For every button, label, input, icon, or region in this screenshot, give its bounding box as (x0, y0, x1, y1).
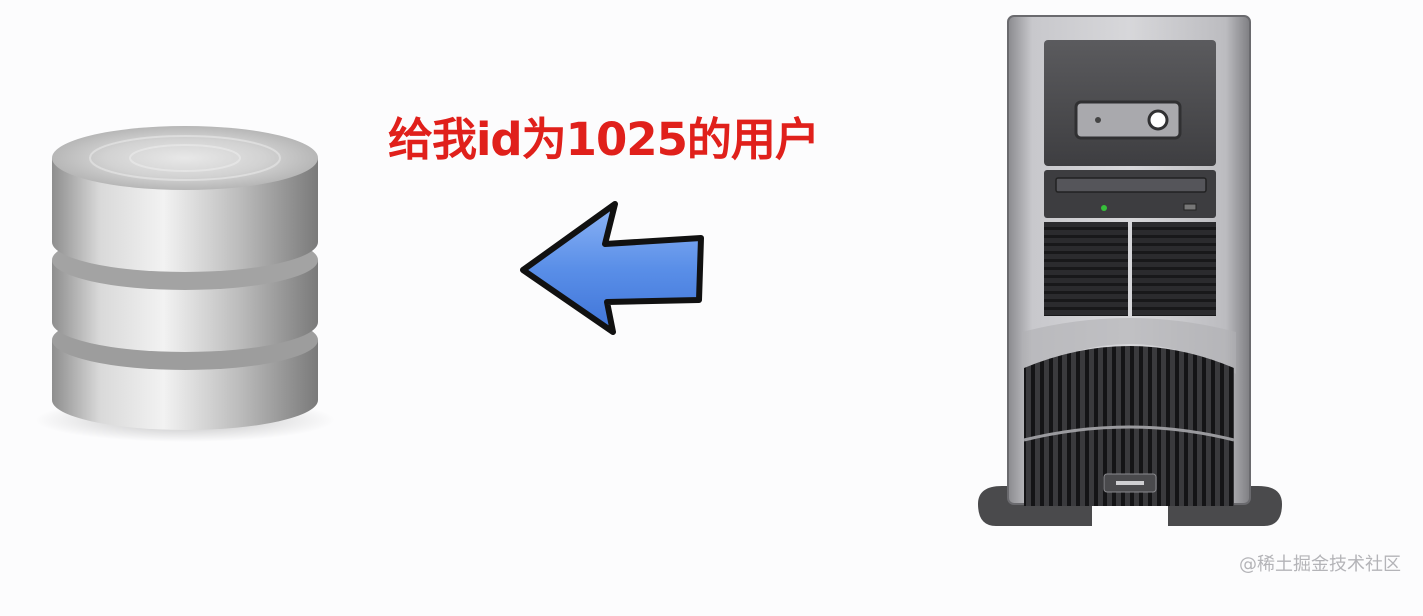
database-icon (35, 126, 335, 442)
request-message: 给我id为1025的用户 (388, 113, 820, 166)
diagram-canvas: 给我id为1025的用户 @稀土掘金技术社区 (0, 0, 1423, 616)
watermark: @稀土掘金技术社区 (1239, 554, 1401, 575)
server-tower-icon (978, 15, 1282, 526)
arrow-left-icon (520, 201, 704, 335)
